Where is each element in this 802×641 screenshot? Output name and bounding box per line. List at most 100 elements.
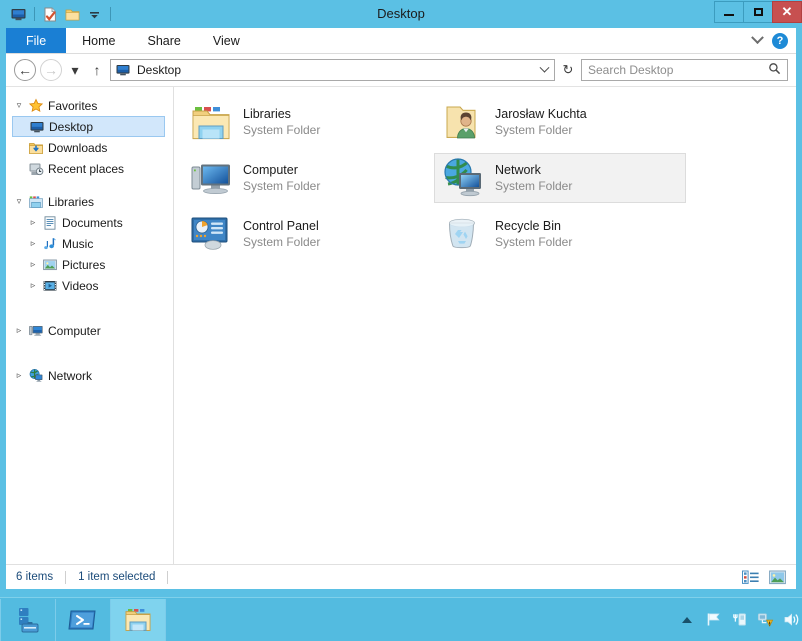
tree-spacer-5	[6, 353, 173, 365]
expand-triangle-icon[interactable]: ▹	[14, 370, 24, 381]
item-name: Computer	[243, 163, 298, 177]
show-hidden-icons-button[interactable]	[682, 616, 692, 623]
tab-share[interactable]: Share	[132, 28, 197, 53]
maximize-button[interactable]	[743, 1, 773, 23]
sidebar-item-desktop[interactable]: Desktop	[12, 116, 165, 137]
details-view-button[interactable]	[742, 570, 759, 585]
powershell-taskbar-button[interactable]	[55, 598, 111, 641]
sidebar-item-network[interactable]: ▹ Network	[6, 365, 173, 386]
expand-triangle-icon[interactable]: ▹	[28, 238, 38, 249]
computer-icon	[28, 323, 44, 339]
address-dropdown-icon[interactable]	[539, 62, 550, 73]
collapse-triangle-icon[interactable]: ▿	[14, 196, 24, 207]
downloads-folder-icon	[28, 140, 44, 156]
address-input[interactable]: Desktop	[110, 59, 555, 81]
collapse-triangle-icon[interactable]: ▿	[14, 100, 24, 111]
window-controls: ✕	[714, 1, 802, 23]
item-name: Jarosław Kuchta	[495, 107, 587, 121]
tree-spacer-1	[6, 179, 173, 191]
recent-locations-button[interactable]: ▾	[66, 59, 84, 81]
search-icon[interactable]	[768, 62, 781, 78]
address-bar: ← → ▾ ↑ Desktop ↻ Search Desktop	[6, 54, 796, 87]
search-input[interactable]: Search Desktop	[581, 59, 788, 81]
tree-spacer-2	[6, 296, 173, 308]
libraries-folder-icon	[189, 100, 233, 144]
action-center-flag-icon[interactable]	[705, 611, 722, 628]
up-button[interactable]: ↑	[88, 59, 106, 81]
breadcrumb[interactable]: Desktop	[115, 62, 181, 78]
back-button[interactable]: ←	[14, 59, 36, 81]
sidebar-label-videos: Videos	[62, 278, 99, 293]
item-name: Libraries	[243, 107, 291, 121]
file-explorer-taskbar-button[interactable]	[110, 598, 166, 641]
status-separator	[65, 570, 67, 584]
volume-icon[interactable]	[783, 611, 800, 628]
tree-group-libraries[interactable]: ▿ Libraries	[6, 191, 173, 212]
title-bar[interactable]: Desktop ✕	[0, 0, 802, 28]
view-buttons	[742, 570, 786, 585]
item-subtitle: System Folder	[243, 235, 321, 249]
tab-file[interactable]: File	[6, 28, 67, 53]
control-panel-icon	[189, 212, 233, 256]
forward-button[interactable]: →	[40, 59, 62, 81]
list-item-selected[interactable]: Network System Folder	[434, 153, 686, 203]
item-name: Network	[495, 163, 541, 177]
tree-label-favorites: Favorites	[48, 98, 98, 113]
item-count-label: 6 items	[16, 571, 54, 583]
ribbon-right-controls: ?	[751, 28, 796, 53]
sidebar-item-music[interactable]: ▹ Music	[6, 233, 173, 254]
sidebar-item-downloads[interactable]: Downloads	[6, 137, 173, 158]
item-subtitle: System Folder	[495, 123, 573, 137]
expand-triangle-icon[interactable]: ▹	[28, 217, 38, 228]
minimize-button[interactable]	[714, 1, 744, 23]
sidebar-item-documents[interactable]: ▹ Documents	[6, 212, 173, 233]
navigation-pane[interactable]: ▿ Favorites Desktop Downloads Recent pla…	[6, 87, 174, 564]
help-icon[interactable]: ?	[772, 32, 788, 49]
status-bar: 6 items 1 item selected	[6, 564, 796, 589]
large-icons-view-button[interactable]	[769, 570, 786, 585]
item-subtitle: System Folder	[243, 123, 321, 137]
videos-icon	[42, 278, 58, 294]
tree-group-favorites[interactable]: ▿ Favorites	[6, 95, 173, 116]
breadcrumb-path[interactable]: Desktop	[137, 63, 181, 77]
libraries-icon	[28, 194, 44, 210]
star-icon	[28, 98, 44, 114]
taskbar	[0, 597, 802, 641]
network-globe-icon	[441, 156, 485, 200]
network-warning-icon[interactable]	[757, 611, 774, 628]
sidebar-label-documents: Documents	[62, 215, 123, 230]
list-item[interactable]: Recycle Bin System Folder	[434, 209, 686, 259]
tree-spacer-4	[6, 341, 173, 353]
list-item[interactable]: Computer System Folder	[182, 153, 434, 203]
item-text: Network System Folder	[495, 163, 572, 193]
file-explorer-icon	[123, 605, 153, 635]
expand-triangle-icon[interactable]: ▹	[28, 280, 38, 291]
tab-view[interactable]: View	[197, 28, 256, 53]
sidebar-label-recent-places: Recent places	[48, 161, 125, 176]
chevron-down-icon[interactable]	[751, 31, 764, 45]
expand-triangle-icon[interactable]: ▹	[14, 325, 24, 336]
close-button[interactable]: ✕	[772, 1, 802, 23]
server-manager-taskbar-button[interactable]	[0, 598, 56, 641]
expand-triangle-icon[interactable]: ▹	[28, 259, 38, 270]
usb-eject-icon[interactable]	[731, 611, 748, 628]
sidebar-item-pictures[interactable]: ▹ Pictures	[6, 254, 173, 275]
refresh-button[interactable]: ↻	[559, 59, 577, 81]
documents-icon	[42, 215, 58, 231]
tab-home[interactable]: Home	[66, 28, 131, 53]
item-subtitle: System Folder	[495, 179, 573, 193]
selection-label: 1 item selected	[78, 571, 156, 583]
list-item[interactable]: Control Panel System Folder	[182, 209, 434, 259]
item-subtitle: System Folder	[243, 179, 321, 193]
sidebar-item-recent-places[interactable]: Recent places	[6, 158, 173, 179]
list-item[interactable]: Libraries System Folder	[182, 97, 434, 147]
item-subtitle: System Folder	[495, 235, 573, 249]
address-controls	[539, 62, 550, 74]
list-item[interactable]: Jarosław Kuchta System Folder	[434, 97, 686, 147]
sidebar-item-videos[interactable]: ▹ Videos	[6, 275, 173, 296]
sidebar-label-pictures: Pictures	[62, 257, 106, 272]
file-list-pane[interactable]: Libraries System Folder Jarosław Kuchta …	[174, 87, 796, 564]
file-explorer-window: Desktop ✕ File Home Share View ? ← → ▾ ↑	[0, 0, 802, 597]
sidebar-item-computer[interactable]: ▹ Computer	[6, 320, 173, 341]
ribbon-tab-bar: File Home Share View ?	[6, 28, 796, 54]
